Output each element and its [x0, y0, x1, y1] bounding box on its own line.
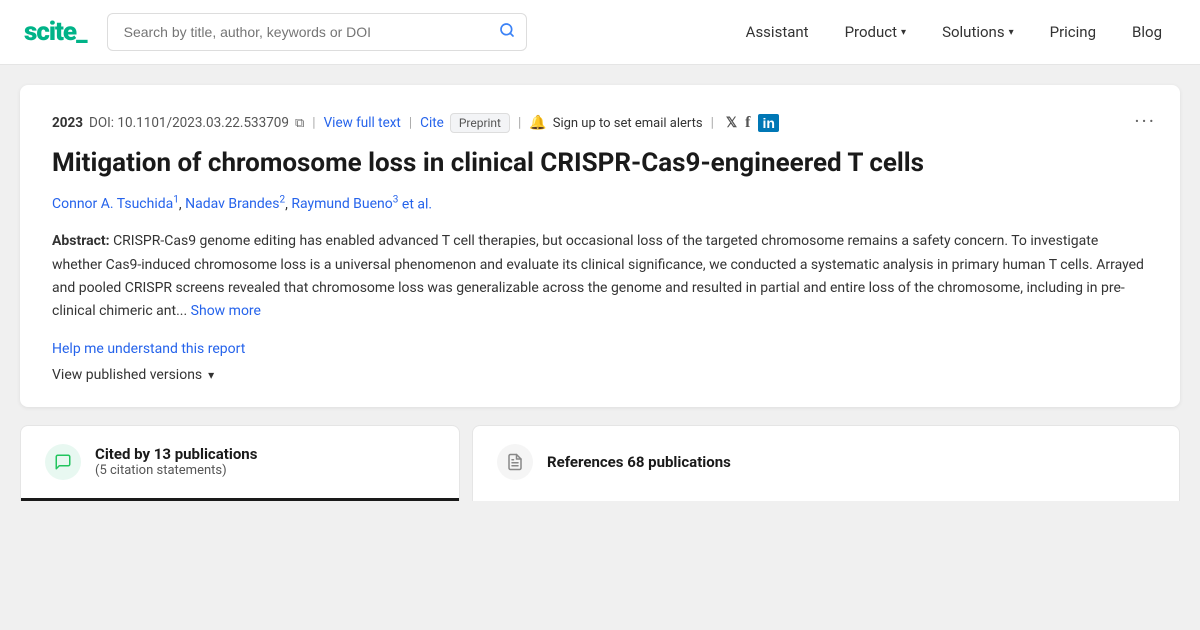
- meta-row: 2023 DOI: 10.1101/2023.03.22.533709 ⧉ | …: [52, 113, 1148, 133]
- paper-doi: DOI: 10.1101/2023.03.22.533709: [89, 115, 289, 131]
- help-link[interactable]: Help me understand this report: [52, 341, 1148, 357]
- chevron-down-icon: ▾: [1009, 27, 1014, 38]
- tab-cited-inner: Cited by 13 publications (5 citation sta…: [21, 426, 459, 501]
- bell-icon: 🔔: [529, 115, 546, 131]
- nav-item-product[interactable]: Product ▾: [831, 15, 920, 49]
- show-more-link[interactable]: Show more: [191, 303, 261, 319]
- tabs-section: Cited by 13 publications (5 citation sta…: [20, 425, 1180, 501]
- published-versions-toggle[interactable]: View published versions ▾: [52, 367, 1148, 383]
- search-container: [107, 13, 527, 51]
- view-full-text-link[interactable]: View full text: [324, 115, 401, 131]
- author-1-link[interactable]: Connor A. Tsuchida1: [52, 196, 179, 212]
- email-alert-link[interactable]: Sign up to set email alerts: [553, 116, 703, 131]
- more-options-button[interactable]: ···: [1134, 109, 1156, 133]
- facebook-icon[interactable]: f: [745, 114, 750, 132]
- copy-icon[interactable]: ⧉: [295, 116, 304, 131]
- cited-sub-label: (5 citation statements): [95, 463, 257, 478]
- tab-references-inner: References 68 publications: [473, 426, 1179, 498]
- navbar: scite_ Assistant Product ▾ Solutions ▾ P…: [0, 0, 1200, 65]
- linkedin-icon[interactable]: in: [758, 114, 778, 132]
- paper-title: Mitigation of chromosome loss in clinica…: [52, 147, 1148, 181]
- nav-item-assistant[interactable]: Assistant: [732, 15, 823, 49]
- tab-references[interactable]: References 68 publications: [472, 425, 1180, 501]
- nav-item-solutions[interactable]: Solutions ▾: [928, 15, 1028, 49]
- abstract: Abstract: CRISPR-Cas9 genome editing has…: [52, 230, 1148, 322]
- main-background: ··· 2023 DOI: 10.1101/2023.03.22.533709 …: [0, 65, 1200, 630]
- abstract-label: Abstract:: [52, 233, 110, 249]
- search-icon: [499, 22, 515, 42]
- cited-main-label: Cited by 13 publications: [95, 445, 257, 463]
- published-versions-label: View published versions: [52, 367, 202, 383]
- social-icons: 𝕏 f in: [726, 114, 779, 132]
- chevron-down-icon: ▾: [901, 27, 906, 38]
- paper-year: 2023: [52, 115, 83, 131]
- paper-card: ··· 2023 DOI: 10.1101/2023.03.22.533709 …: [20, 85, 1180, 407]
- nav-item-pricing[interactable]: Pricing: [1036, 15, 1110, 49]
- authors-row: Connor A. Tsuchida1, Nadav Brandes2, Ray…: [52, 195, 1148, 213]
- cited-bubble-icon: [45, 444, 81, 480]
- tab-cited[interactable]: Cited by 13 publications (5 citation sta…: [20, 425, 460, 501]
- search-input[interactable]: [107, 13, 527, 51]
- logo-text: scite: [24, 17, 76, 47]
- cited-text: Cited by 13 publications (5 citation sta…: [95, 445, 257, 478]
- nav-links: Assistant Product ▾ Solutions ▾ Pricing …: [732, 15, 1176, 49]
- references-main-label: References 68 publications: [547, 453, 731, 471]
- author-3-link[interactable]: Raymund Bueno3: [291, 196, 398, 212]
- chevron-down-icon: ▾: [208, 368, 214, 382]
- author-2-link[interactable]: Nadav Brandes2: [185, 196, 285, 212]
- twitter-icon[interactable]: 𝕏: [726, 115, 737, 131]
- nav-item-blog[interactable]: Blog: [1118, 15, 1176, 49]
- et-al-link[interactable]: et al.: [402, 196, 432, 212]
- cite-link[interactable]: Cite: [420, 115, 444, 131]
- references-doc-icon: [497, 444, 533, 480]
- preprint-badge: Preprint: [450, 113, 510, 133]
- logo[interactable]: scite_: [24, 17, 87, 47]
